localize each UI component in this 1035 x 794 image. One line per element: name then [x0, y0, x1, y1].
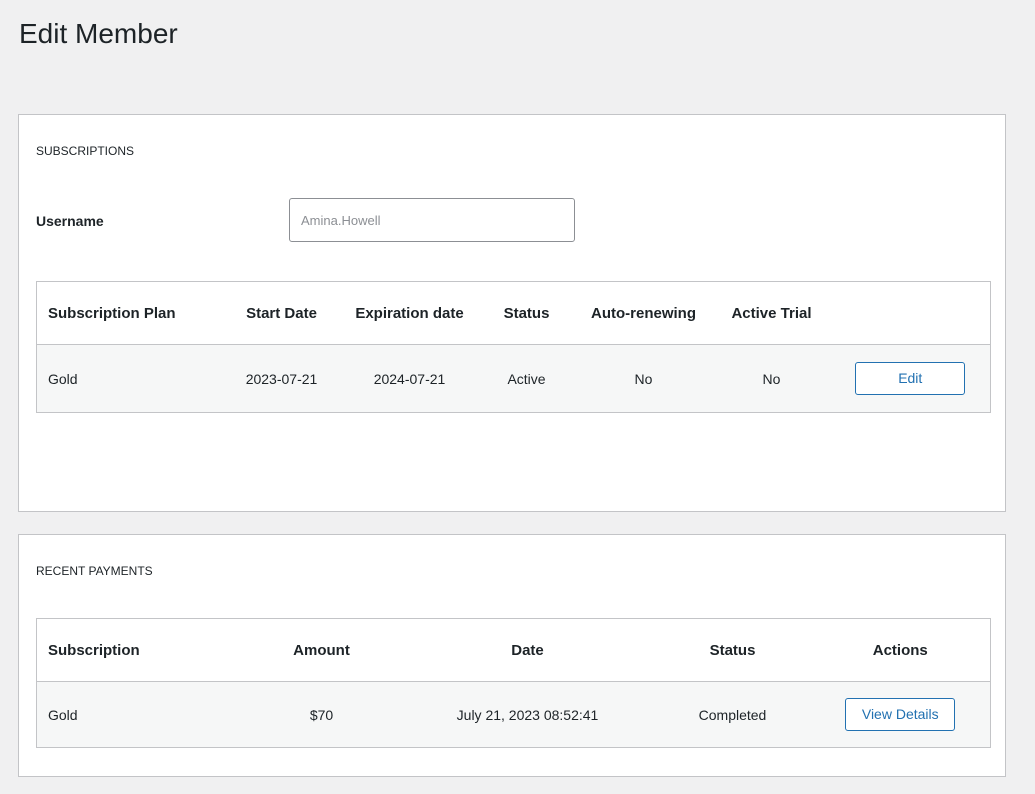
column-header-subscription-plan: Subscription Plan — [36, 281, 223, 345]
cell-amount: $70 — [242, 681, 401, 748]
cell-status: Active — [478, 344, 575, 413]
column-header-status: Status — [654, 618, 811, 682]
cell-subscription: Gold — [36, 681, 243, 748]
cell-plan: Gold — [36, 344, 223, 413]
cell-actions: View Details — [810, 681, 991, 748]
column-header-actions — [830, 281, 991, 345]
recent-payments-section-title: RECENT PAYMENTS — [36, 564, 153, 578]
column-header-start-date: Start Date — [222, 281, 341, 345]
column-header-subscription: Subscription — [36, 618, 243, 682]
subscriptions-panel: SUBSCRIPTIONS Username Subscription Plan… — [18, 114, 1006, 512]
table-row: Gold $70 July 21, 2023 08:52:41 Complete… — [36, 681, 991, 748]
subscriptions-table: Subscription Plan Start Date Expiration … — [36, 281, 991, 413]
cell-status: Completed — [654, 681, 811, 748]
column-header-actions: Actions — [810, 618, 991, 682]
payments-table: Subscription Amount Date Status Actions … — [36, 618, 991, 748]
username-input[interactable] — [289, 198, 575, 242]
cell-actions: Edit — [830, 344, 991, 413]
table-row: Gold 2023-07-21 2024-07-21 Active No No … — [36, 344, 991, 413]
cell-auto-renewing: No — [574, 344, 713, 413]
column-header-active-trial: Active Trial — [712, 281, 831, 345]
column-header-date: Date — [400, 618, 655, 682]
username-label: Username — [36, 213, 104, 229]
table-header-row: Subscription Amount Date Status Actions — [36, 618, 991, 682]
column-header-auto-renewing: Auto-renewing — [574, 281, 713, 345]
view-details-button[interactable]: View Details — [845, 698, 956, 731]
cell-date: July 21, 2023 08:52:41 — [400, 681, 655, 748]
page-title: Edit Member — [19, 18, 178, 49]
cell-active-trial: No — [712, 344, 831, 413]
cell-expiration-date: 2024-07-21 — [340, 344, 479, 413]
recent-payments-panel: RECENT PAYMENTS Subscription Amount Date… — [18, 534, 1006, 777]
column-header-status: Status — [478, 281, 575, 345]
cell-start-date: 2023-07-21 — [222, 344, 341, 413]
subscriptions-section-title: SUBSCRIPTIONS — [36, 144, 135, 158]
table-header-row: Subscription Plan Start Date Expiration … — [36, 281, 991, 345]
column-header-amount: Amount — [242, 618, 401, 682]
column-header-expiration-date: Expiration date — [340, 281, 479, 345]
edit-subscription-button[interactable]: Edit — [855, 362, 966, 395]
